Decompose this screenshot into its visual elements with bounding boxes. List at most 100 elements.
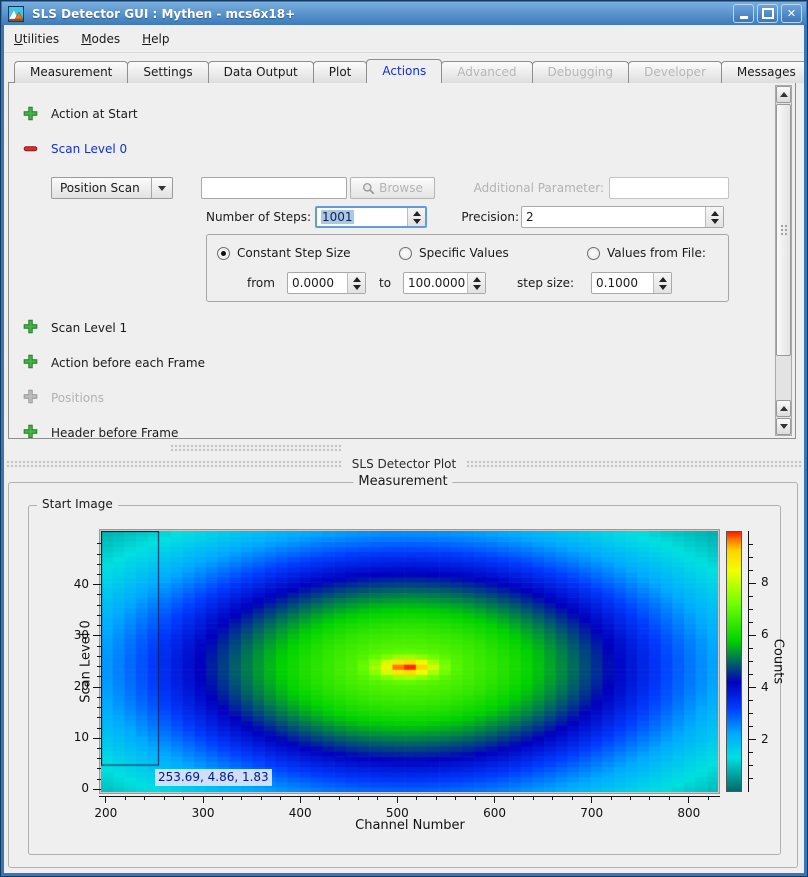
colorbar-minor-tick (748, 752, 753, 753)
from-input[interactable]: 0.0000 (288, 273, 347, 293)
tab-messages[interactable]: Messages (721, 61, 808, 83)
additional-parameter-input (609, 177, 729, 199)
spin-up-icon[interactable] (711, 211, 719, 216)
plus-icon[interactable] (23, 106, 38, 121)
x-minor-tick (572, 796, 573, 800)
y-minor-tick (97, 574, 101, 575)
number-of-steps-input[interactable]: 1001 (317, 208, 407, 226)
y-minor-tick (97, 676, 101, 677)
y-minor-tick (97, 768, 101, 769)
action-before-frame-button[interactable]: Action before each Frame (51, 355, 205, 371)
spin-down-icon[interactable] (413, 219, 421, 224)
plus-icon[interactable] (23, 354, 38, 369)
step-size-input[interactable]: 0.1000 (592, 273, 653, 293)
radio-specific-values[interactable]: Specific Values (399, 245, 509, 261)
combo-dropdown-button[interactable] (151, 178, 172, 198)
plus-icon[interactable] (23, 424, 38, 439)
tab-actions[interactable]: Actions (366, 59, 442, 83)
plus-icon[interactable] (23, 319, 38, 334)
tabbar: Measurement Settings Data Output Plot Ac… (14, 60, 800, 83)
step-options-groupbox: Constant Step Size Specific Values Value… (206, 234, 729, 302)
spin-down-icon[interactable] (473, 285, 481, 290)
y-major-tick (93, 635, 101, 636)
spin-down-icon[interactable] (659, 285, 667, 290)
y-minor-tick (97, 625, 101, 626)
scan-level-0-button[interactable]: Scan Level 0 (51, 141, 127, 157)
spin-down-icon[interactable] (353, 285, 361, 290)
x-minor-tick (339, 796, 340, 800)
tab-data-output[interactable]: Data Output (208, 61, 314, 83)
step-size-label: step size: (517, 272, 574, 294)
splitter-handle[interactable] (170, 444, 342, 451)
colorbar-minor-tick (748, 674, 753, 675)
cursor-readout: 253.69, 4.86, 1.83 (155, 769, 272, 786)
y-major-tick (93, 738, 101, 739)
minus-icon[interactable] (23, 141, 38, 156)
y-tick-label: 0 (51, 781, 89, 795)
spin-up-icon[interactable] (473, 277, 481, 282)
number-of-steps-spinbox[interactable]: 1001 (315, 206, 427, 228)
scroll-up-button[interactable] (776, 86, 791, 103)
scroll-down-button[interactable] (776, 418, 791, 435)
spin-arrows[interactable] (467, 273, 485, 293)
heatmap-canvas[interactable] (101, 531, 718, 792)
y-minor-tick (97, 564, 101, 565)
dock-texture-left (6, 460, 342, 468)
radio-constant-step-size[interactable]: Constant Step Size (217, 245, 351, 261)
step-size-spinbox[interactable]: 0.1000 (591, 272, 672, 294)
y-minor-tick (97, 646, 101, 647)
scan-mode-select[interactable]: Position Scan (51, 177, 173, 199)
plot-area: Scan Level 0 Channel Number Counts 20030… (28, 505, 779, 853)
maximize-button[interactable] (757, 4, 778, 23)
vertical-scrollbar[interactable] (775, 85, 792, 436)
y-minor-tick (97, 615, 101, 616)
menu-help-label: H (142, 32, 151, 46)
action-at-start-button[interactable]: Action at Start (51, 106, 138, 122)
titlebar[interactable]: SLS Detector GUI : Mythen - mcs6x18+ ✕ (2, 2, 806, 25)
y-minor-tick (97, 748, 101, 749)
menu-utilities[interactable]: Utilities (4, 28, 69, 50)
scan-level-1-button[interactable]: Scan Level 1 (51, 320, 127, 336)
y-minor-tick (97, 554, 101, 555)
x-tick-label: 800 (671, 806, 707, 820)
tab-measurement[interactable]: Measurement (14, 61, 128, 83)
tab-plot[interactable]: Plot (313, 61, 368, 83)
x-tick-label: 700 (574, 806, 610, 820)
to-input[interactable]: 100.0000 (404, 273, 467, 293)
spin-arrows[interactable] (705, 207, 723, 227)
x-minor-tick (552, 796, 553, 800)
x-tick-label: 200 (88, 806, 124, 820)
close-button[interactable]: ✕ (781, 4, 802, 23)
to-spinbox[interactable]: 100.0000 (403, 272, 486, 294)
precision-label: Precision: (446, 206, 519, 228)
x-minor-tick (319, 796, 320, 800)
x-minor-tick (377, 796, 378, 800)
spin-arrows[interactable] (407, 208, 425, 226)
scan-file-input[interactable] (201, 177, 347, 199)
spin-arrows[interactable] (653, 273, 671, 293)
x-major-tick (105, 796, 106, 803)
x-minor-tick (183, 796, 184, 800)
y-minor-tick (97, 594, 101, 595)
scrollbar-thumb[interactable] (776, 104, 791, 356)
radio-values-from-file[interactable]: Values from File: (587, 245, 706, 261)
arrow-down-icon (780, 424, 788, 429)
menu-modes[interactable]: Modes (71, 28, 130, 50)
spin-down-icon[interactable] (711, 219, 719, 224)
spin-up-icon[interactable] (353, 277, 361, 282)
spin-up-icon[interactable] (659, 277, 667, 282)
x-minor-tick (125, 796, 126, 800)
spin-up-icon[interactable] (413, 211, 421, 216)
precision-input[interactable]: 2 (522, 207, 705, 227)
menu-help[interactable]: Help (132, 28, 179, 50)
tab-settings[interactable]: Settings (127, 61, 208, 83)
minimize-button[interactable] (733, 4, 754, 23)
from-spinbox[interactable]: 0.0000 (287, 272, 366, 294)
x-major-tick (494, 796, 495, 803)
header-before-frame-button[interactable]: Header before Frame (51, 425, 178, 439)
scroll-up-button-bottom[interactable] (776, 400, 791, 417)
spin-arrows[interactable] (347, 273, 365, 293)
plot-dock-titlebar[interactable]: SLS Detector Plot (6, 456, 802, 471)
colorbar-minor-tick (748, 726, 753, 727)
precision-spinbox[interactable]: 2 (521, 206, 724, 228)
